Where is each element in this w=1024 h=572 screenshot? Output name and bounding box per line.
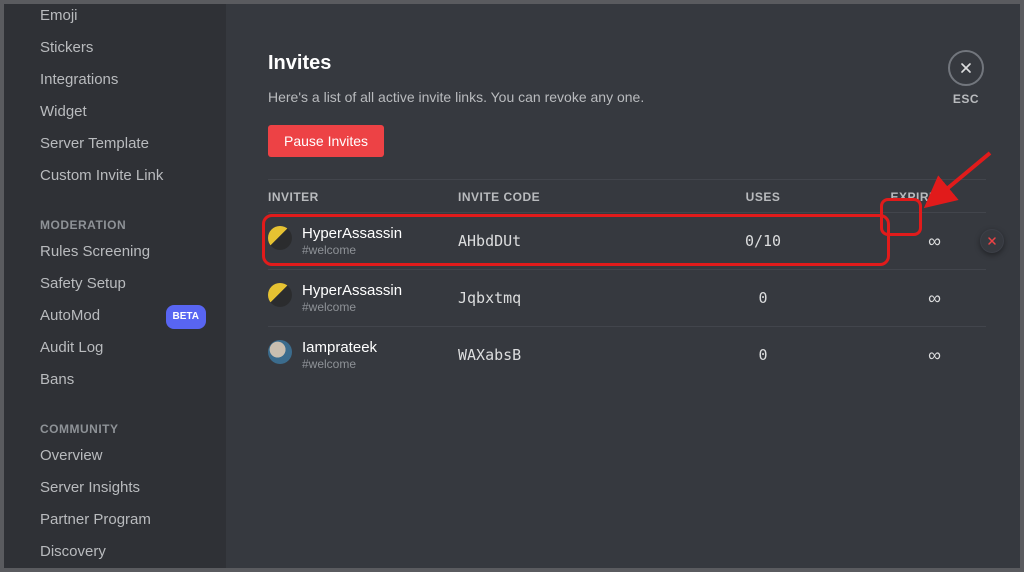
inviter-name: Iamprateek (302, 339, 377, 357)
sidebar-item-safety-setup[interactable]: Safety Setup (0, 268, 216, 300)
invite-expires: ∞ (838, 288, 986, 309)
sidebar-item-integrations[interactable]: Integrations (0, 64, 216, 96)
beta-badge: BETA (166, 305, 206, 329)
invites-table-header: INVITER INVITE CODE USES EXPIRES (268, 179, 986, 212)
invite-code: WAXabsB (458, 346, 688, 364)
inviter-channel: #welcome (302, 357, 377, 371)
col-header-uses: USES (688, 190, 838, 204)
invite-uses: 0 (688, 289, 838, 307)
sidebar-item-server-insights[interactable]: Server Insights (0, 472, 216, 504)
invite-expires: ∞ (838, 345, 986, 366)
sidebar-item-emoji[interactable]: Emoji (0, 0, 216, 32)
invite-row[interactable]: HyperAssassin #welcome AHbdDUt 0/10 ∞ (268, 212, 986, 269)
sidebar-item-custom-invite-link[interactable]: Custom Invite Link (0, 160, 216, 192)
sidebar-header-moderation: MODERATION (0, 212, 216, 236)
inviter-channel: #welcome (302, 300, 402, 314)
col-header-inviter: INVITER (268, 190, 458, 204)
inviter-channel: #welcome (302, 243, 402, 257)
avatar (268, 283, 292, 307)
inviter-cell: HyperAssassin #welcome (268, 225, 458, 257)
sidebar-item-automod[interactable]: AutoMod BETA (0, 300, 216, 332)
invite-row[interactable]: Iamprateek #welcome WAXabsB 0 ∞ (268, 326, 986, 383)
inviter-cell: Iamprateek #welcome (268, 339, 458, 371)
col-header-code: INVITE CODE (458, 190, 688, 204)
invite-uses: 0/10 (688, 232, 838, 250)
invites-panel: ESC Invites Here's a list of all active … (226, 0, 1024, 572)
sidebar-item-bans[interactable]: Bans (0, 364, 216, 396)
esc-label: ESC (953, 92, 979, 106)
page-description: Here's a list of all active invite links… (268, 89, 986, 105)
close-icon (986, 235, 998, 247)
sidebar-header-community: COMMUNITY (0, 416, 216, 440)
avatar (268, 340, 292, 364)
close-settings[interactable]: ESC (948, 50, 984, 106)
settings-sidebar: Emoji Stickers Integrations Widget Serve… (0, 0, 226, 572)
sidebar-item-widget[interactable]: Widget (0, 96, 216, 128)
sidebar-item-partner-program[interactable]: Partner Program (0, 504, 216, 536)
invite-row[interactable]: HyperAssassin #welcome Jqbxtmq 0 ∞ (268, 269, 986, 326)
avatar (268, 226, 292, 250)
sidebar-item-label: AutoMod (40, 307, 100, 324)
close-icon[interactable] (948, 50, 984, 86)
sidebar-item-server-template[interactable]: Server Template (0, 128, 216, 160)
invite-uses: 0 (688, 346, 838, 364)
inviter-cell: HyperAssassin #welcome (268, 282, 458, 314)
invite-code: Jqbxtmq (458, 289, 688, 307)
col-header-expires: EXPIRES (838, 190, 986, 204)
invite-code: AHbdDUt (458, 232, 688, 250)
revoke-invite-button[interactable] (980, 229, 1004, 253)
inviter-name: HyperAssassin (302, 225, 402, 243)
pause-invites-button[interactable]: Pause Invites (268, 125, 384, 157)
sidebar-item-discovery[interactable]: Discovery (0, 536, 216, 568)
invite-expires: ∞ (838, 231, 986, 252)
sidebar-item-overview[interactable]: Overview (0, 440, 216, 472)
sidebar-item-rules-screening[interactable]: Rules Screening (0, 236, 216, 268)
sidebar-item-stickers[interactable]: Stickers (0, 32, 216, 64)
inviter-name: HyperAssassin (302, 282, 402, 300)
page-title: Invites (268, 52, 986, 75)
sidebar-item-audit-log[interactable]: Audit Log (0, 332, 216, 364)
